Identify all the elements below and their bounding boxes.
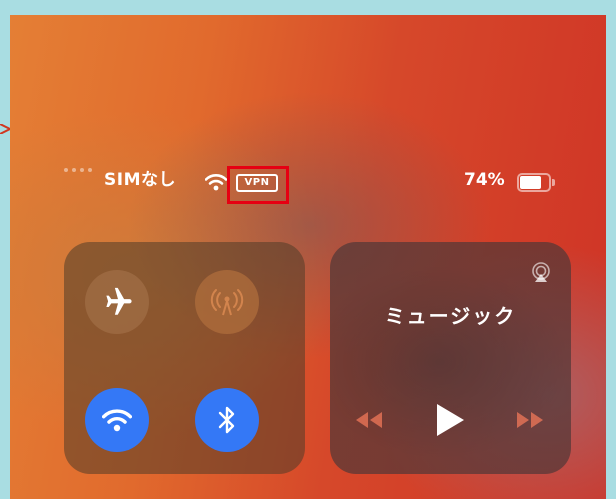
carrier-label: SIMなし — [104, 170, 176, 190]
wifi-status-icon — [204, 173, 228, 195]
rewind-icon — [356, 412, 382, 428]
now-playing-module: ミュージック — [330, 242, 571, 474]
wifi-toggle[interactable] — [85, 388, 149, 452]
rewind-button[interactable] — [354, 410, 384, 434]
battery-icon — [517, 173, 555, 192]
play-icon — [437, 404, 464, 436]
connectivity-module — [64, 242, 305, 474]
bluetooth-toggle[interactable] — [195, 388, 259, 452]
signal-strength-icon — [64, 168, 92, 172]
fast-forward-icon — [517, 412, 543, 428]
cellular-data-toggle[interactable] — [195, 270, 259, 334]
bluetooth-icon — [218, 406, 235, 434]
battery-fill — [520, 176, 541, 189]
playback-controls — [330, 402, 571, 442]
airplane-mode-toggle[interactable] — [85, 270, 149, 334]
airplay-icon[interactable] — [530, 262, 552, 288]
fast-forward-button[interactable] — [515, 410, 545, 434]
battery-percent: 74% — [464, 170, 505, 190]
airplane-icon — [106, 287, 132, 315]
play-button[interactable] — [434, 402, 466, 442]
now-playing-title: ミュージック — [384, 304, 517, 328]
vpn-highlight-box — [227, 166, 289, 204]
cellular-antenna-icon — [210, 289, 244, 316]
edge-arrow-marker — [0, 124, 10, 134]
wifi-icon — [102, 409, 132, 432]
